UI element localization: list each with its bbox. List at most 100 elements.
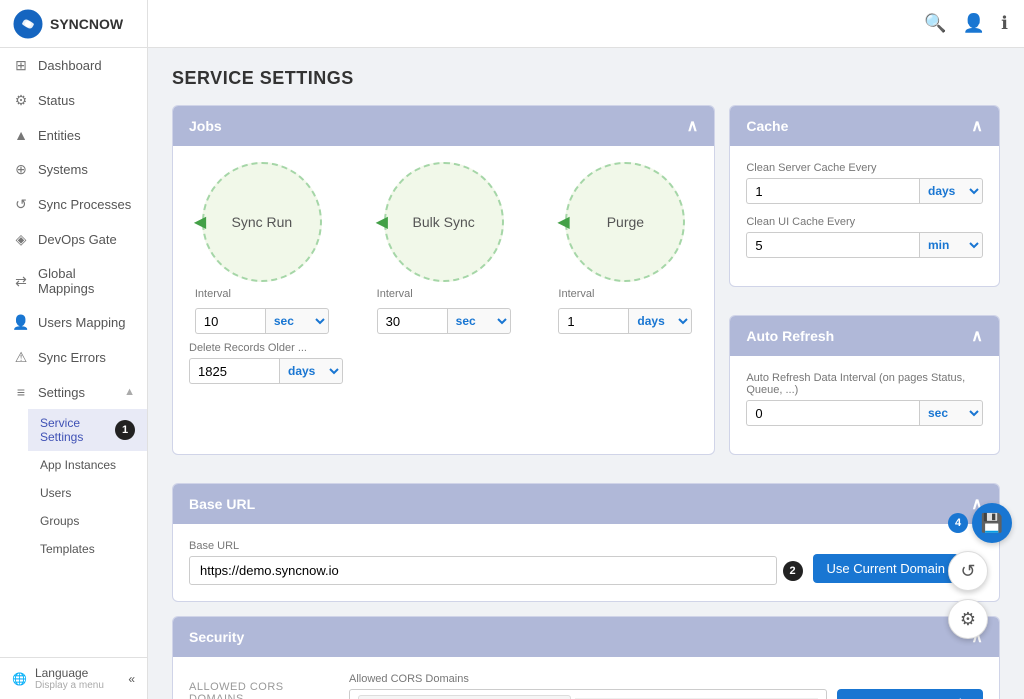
sidebar-item-users-mapping[interactable]: 👤 Users Mapping: [0, 305, 147, 340]
cors-row: ALLOWED CORS DOMAINS Allowed CORS Domain…: [189, 673, 983, 699]
auto-refresh-field: Auto Refresh Data Interval (on pages Sta…: [746, 372, 983, 426]
server-cache-input[interactable]: [746, 178, 919, 204]
bulk-sync-interval-label: Interval: [377, 288, 511, 300]
sidebar-item-templates[interactable]: Templates: [28, 535, 147, 563]
purge-interval-input[interactable]: [558, 308, 628, 334]
cache-title: Cache: [746, 118, 788, 134]
cors-use-current-domain-button[interactable]: Use Current Domain: [837, 689, 984, 699]
purge-interval-label: Interval: [558, 288, 692, 300]
base-url-title: Base URL: [189, 496, 255, 512]
fab-save-row: 4 💾: [948, 503, 1012, 543]
sidebar-item-service-settings[interactable]: Service Settings 1: [28, 409, 147, 451]
auto-refresh-card-body: Auto Refresh Data Interval (on pages Sta…: [730, 356, 999, 454]
sidebar-item-app-instances[interactable]: App Instances: [28, 451, 147, 479]
sidebar-item-entities[interactable]: ▲ Entities: [0, 118, 147, 152]
sidebar-item-devops-gate-label: DevOps Gate: [38, 232, 117, 247]
sidebar: SYNCNOW ⊞ Dashboard ⚙ Status ▲ Entities …: [0, 0, 148, 699]
fab-settings-button[interactable]: ⚙: [948, 599, 988, 639]
delete-records-input[interactable]: [189, 358, 279, 384]
job-circle-purge: ◀ Purge: [565, 162, 685, 282]
systems-icon: ⊕: [12, 161, 30, 178]
jobs-card: Jobs ∧ ◀ Sync Run Interval: [172, 105, 715, 455]
sidebar-item-status[interactable]: ⚙ Status: [0, 83, 147, 118]
cors-content: Allowed CORS Domains https://syncnowqa1.…: [349, 673, 983, 699]
sidebar-item-service-settings-label: Service Settings: [40, 416, 107, 444]
cache-collapse-icon[interactable]: ∧: [971, 116, 983, 136]
dashboard-icon: ⊞: [12, 57, 30, 74]
ui-cache-unit[interactable]: sec min hours days: [919, 232, 983, 258]
sidebar-item-dashboard-label: Dashboard: [38, 58, 102, 73]
auto-refresh-card: Auto Refresh ∧ Auto Refresh Data Interva…: [729, 315, 1000, 455]
sidebar-item-groups[interactable]: Groups: [28, 507, 147, 535]
server-cache-unit[interactable]: sec min hours days: [919, 178, 983, 204]
security-card-header: Security ∧: [173, 617, 999, 657]
server-cache-input-group: sec min hours days: [746, 178, 983, 204]
top-row: Jobs ∧ ◀ Sync Run Interval: [172, 105, 1000, 469]
use-current-domain-button[interactable]: Use Current Domain: [813, 554, 960, 583]
bulk-sync-interval-input-group: sec min hours days: [377, 308, 511, 334]
sync-run-interval-input[interactable]: [195, 308, 265, 334]
delete-records-unit[interactable]: sec min hours days: [279, 358, 343, 384]
search-icon[interactable]: 🔍: [924, 13, 946, 34]
sidebar-item-systems[interactable]: ⊕ Systems: [0, 152, 147, 187]
bulk-sync-interval-unit[interactable]: sec min hours days: [447, 308, 511, 334]
sidebar-item-global-mappings[interactable]: ⇄ Global Mappings: [0, 257, 147, 305]
purge-interval-unit[interactable]: sec min hours days: [628, 308, 692, 334]
sync-run-interval-label: Interval: [195, 288, 329, 300]
cors-tag: https://syncnowqa1.dev.syncnow.io ×: [358, 695, 571, 699]
sync-processes-icon: ↺: [12, 196, 30, 213]
cache-card-body: Clean Server Cache Every sec min hours d…: [730, 146, 999, 286]
sync-run-interval-unit[interactable]: sec min hours days: [265, 308, 329, 334]
sidebar-item-users-mapping-label: Users Mapping: [38, 315, 125, 330]
floating-actions: 4 💾 ↺ ⚙: [948, 503, 1012, 639]
server-cache-field: Clean Server Cache Every sec min hours d…: [746, 162, 983, 204]
auto-refresh-collapse-icon[interactable]: ∧: [971, 326, 983, 346]
sidebar-item-templates-label: Templates: [40, 542, 95, 556]
language-footer[interactable]: 🌐 Language Display a menu «: [0, 657, 147, 699]
sidebar-item-app-instances-label: App Instances: [40, 458, 116, 472]
delete-records-input-group: sec min hours days: [189, 358, 698, 384]
sidebar-item-users[interactable]: Users: [28, 479, 147, 507]
sidebar-item-devops-gate[interactable]: ◈ DevOps Gate: [0, 222, 147, 257]
fab-save-button[interactable]: 💾: [972, 503, 1012, 543]
sidebar-item-sync-processes[interactable]: ↺ Sync Processes: [0, 187, 147, 222]
auto-refresh-unit[interactable]: sec min hours: [919, 400, 983, 426]
job-circle-sync-run: ◀ Sync Run: [202, 162, 322, 282]
job-name-bulk-sync: Bulk Sync: [413, 214, 475, 230]
app-name: SYNCNOW: [50, 16, 123, 32]
info-icon[interactable]: ℹ: [1001, 13, 1008, 34]
base-url-input[interactable]: [189, 556, 777, 585]
base-url-card: Base URL ∧ Base URL 2 Use Current Domain…: [172, 483, 1000, 602]
global-mappings-icon: ⇄: [12, 273, 30, 290]
fab-undo-button[interactable]: ↺: [948, 551, 988, 591]
job-circle-bulk-sync: ◀ Bulk Sync: [384, 162, 504, 282]
cors-field-label: Allowed CORS Domains: [349, 673, 983, 685]
chevron-left-icon: «: [128, 672, 135, 686]
sidebar-item-sync-errors[interactable]: ⚠ Sync Errors: [0, 340, 147, 375]
topbar: 🔍 👤 ℹ: [148, 0, 1024, 48]
arrow-left-bulk-sync: ◀: [376, 212, 388, 232]
ui-cache-input[interactable]: [746, 232, 919, 258]
job-item-bulk-sync: ◀ Bulk Sync Interval sec min: [377, 162, 511, 334]
language-sublabel: Display a menu: [35, 680, 104, 691]
settings-icon: ⚙: [960, 609, 976, 630]
auto-refresh-input[interactable]: [746, 400, 919, 426]
sync-run-fields: Interval sec min hours days: [195, 288, 329, 334]
jobs-collapse-icon[interactable]: ∧: [687, 116, 699, 136]
bulk-sync-interval-input[interactable]: [377, 308, 447, 334]
fab-save-badge: 4: [948, 513, 968, 533]
user-icon[interactable]: 👤: [963, 13, 985, 34]
sidebar-item-dashboard[interactable]: ⊞ Dashboard: [0, 48, 147, 83]
job-name-purge: Purge: [607, 214, 644, 230]
syncnow-logo-icon: [12, 8, 44, 40]
save-icon: 💾: [981, 513, 1003, 534]
purge-interval-input-group: sec min hours days: [558, 308, 692, 334]
sidebar-item-settings[interactable]: ≡ Settings ▲: [0, 375, 147, 409]
page-title: SERVICE SETTINGS: [172, 68, 1000, 89]
jobs-card-body: ◀ Sync Run Interval sec min: [173, 146, 714, 400]
delete-records-label: Delete Records Older ...: [189, 342, 698, 354]
arrow-left-purge: ◀: [557, 212, 569, 232]
sidebar-item-users-label: Users: [40, 486, 71, 500]
server-cache-label: Clean Server Cache Every: [746, 162, 983, 174]
ui-cache-field: Clean UI Cache Every sec min hours days: [746, 216, 983, 258]
